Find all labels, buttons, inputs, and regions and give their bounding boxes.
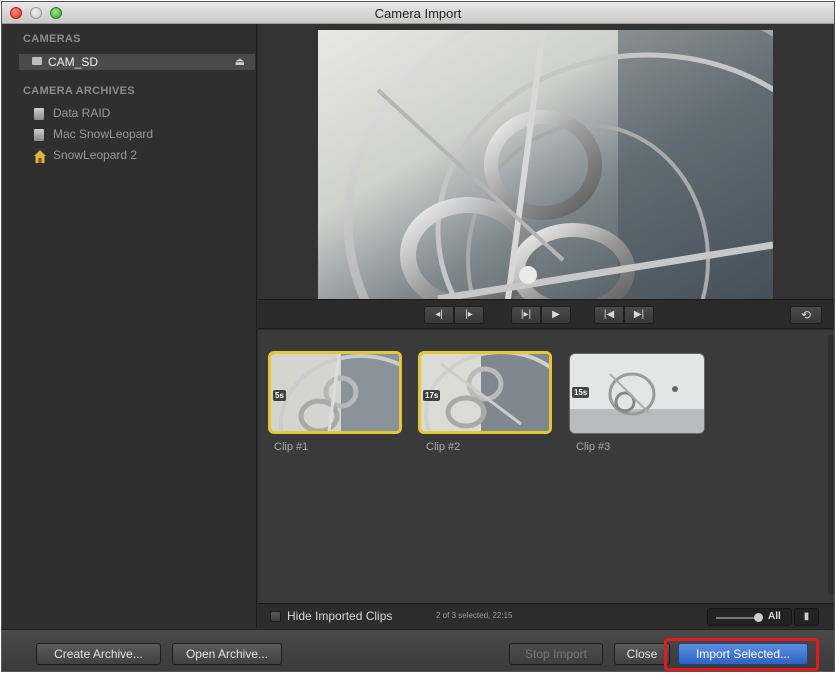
- zoom-slider-knob[interactable]: [754, 613, 763, 622]
- camera-archives-header: CAMERA ARCHIVES: [23, 85, 135, 97]
- open-archive-button[interactable]: Open Archive...: [172, 643, 282, 665]
- next-frame-icon[interactable]: |▸: [454, 306, 484, 324]
- sidebar-item-cam-sd[interactable]: CAM_SD ⏏: [19, 54, 255, 70]
- browser-scrollbar[interactable]: [828, 335, 834, 595]
- clip-duration: 5s: [273, 390, 286, 401]
- sidebar-item-label: Data RAID: [53, 106, 111, 120]
- clip-duration: 17s: [423, 390, 441, 401]
- viewer: [258, 24, 834, 299]
- close-button[interactable]: Close: [614, 643, 670, 665]
- stop-import-button[interactable]: Stop Import: [509, 643, 603, 665]
- status-bar: Hide Imported Clips 2 of 3 selected, 22:…: [258, 603, 834, 628]
- clip-label: Clip #1: [274, 441, 309, 453]
- transport-controls: ◂| |▸ |▸| ▶ |◀ ▶| ⟲: [258, 299, 834, 329]
- drive-icon: [34, 108, 44, 120]
- hide-imported-checkbox[interactable]: [270, 611, 281, 622]
- bottom-button-bar: Create Archive... Open Archive... Stop I…: [2, 629, 834, 671]
- clip-label: Clip #2: [426, 441, 461, 453]
- create-archive-button[interactable]: Create Archive...: [36, 643, 161, 665]
- selection-info: 2 of 3 selected, 22:15: [436, 611, 513, 620]
- sidebar: CAMERAS CAM_SD ⏏ CAMERA ARCHIVES Data RA…: [2, 24, 257, 628]
- next-clip-icon[interactable]: ▶|: [624, 306, 654, 324]
- clip-thumbnail[interactable]: 17s: [418, 351, 552, 434]
- sidebar-item-label: SnowLeopard 2: [53, 148, 138, 162]
- home-folder-icon: [34, 150, 46, 163]
- sidebar-item-label: CAM_SD: [48, 55, 99, 69]
- clip-thumbnail[interactable]: 15s: [569, 353, 705, 434]
- title-bar: Camera Import: [2, 2, 834, 24]
- window-title: Camera Import: [374, 6, 462, 21]
- zoom-slider-track[interactable]: [716, 617, 758, 619]
- play-icon[interactable]: ▶: [541, 306, 571, 324]
- sidebar-item-label: Mac SnowLeopard: [53, 127, 154, 141]
- camera-card-icon: [32, 57, 42, 65]
- clip-appearance-icon[interactable]: ▮: [794, 608, 819, 626]
- clip-label: Clip #3: [576, 441, 611, 453]
- hide-imported-label: Hide Imported Clips: [287, 609, 393, 623]
- cameras-header: CAMERAS: [23, 33, 81, 45]
- annotation-highlight: [664, 638, 819, 671]
- loop-icon[interactable]: ⟲: [790, 306, 822, 324]
- clip-thumbnail[interactable]: 5s: [268, 351, 402, 434]
- clip-browser: 5s Clip #1 17s Clip #2 15s Clip #3: [258, 330, 834, 603]
- clip-duration: 15s: [572, 387, 590, 398]
- zoom-label: All: [768, 611, 781, 622]
- video-preview: [318, 30, 773, 299]
- camera-import-window: Camera Import CAMERAS CAM_SD ⏏ CAMERA AR…: [1, 1, 835, 672]
- drive-icon: [34, 129, 44, 141]
- go-to-start-icon[interactable]: |▸|: [511, 306, 541, 324]
- prev-frame-icon[interactable]: ◂|: [424, 306, 454, 324]
- eject-icon[interactable]: ⏏: [235, 55, 245, 68]
- previous-clip-icon[interactable]: |◀: [594, 306, 624, 324]
- zoom-control: All: [707, 608, 792, 626]
